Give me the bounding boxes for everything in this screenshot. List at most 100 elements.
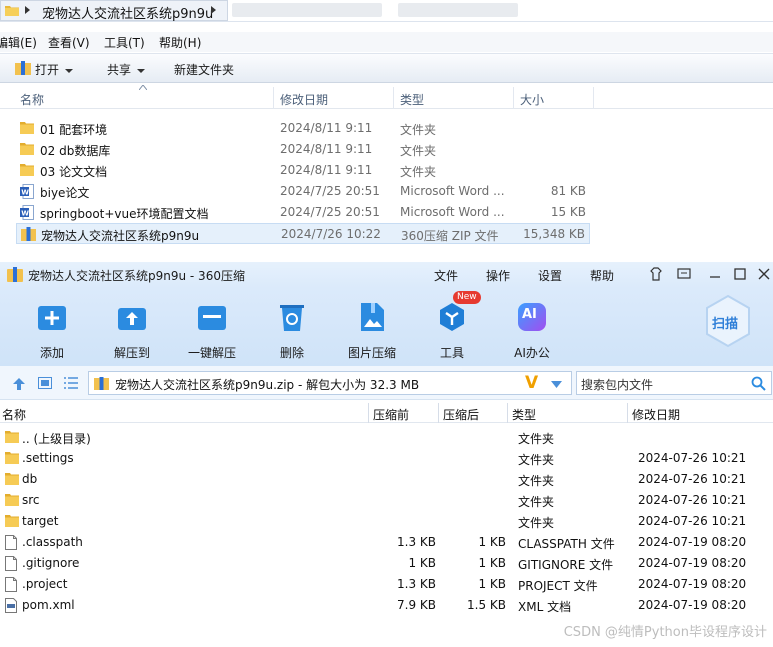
folder-icon (5, 515, 19, 527)
file-row[interactable]: 03 论文文档 2024/8/11 9:11 文件夹 (16, 160, 590, 181)
xml-file-icon (5, 598, 17, 613)
menu-tools[interactable]: 工具(T) (104, 34, 145, 51)
menu-help[interactable]: 帮助(H) (159, 34, 201, 51)
file-name: 01 配套环境 (40, 123, 108, 137)
chevron-down-icon[interactable] (551, 381, 562, 388)
file-row[interactable]: 02 db数据库 2024/8/11 9:11 文件夹 (16, 139, 590, 160)
archive-row[interactable]: target 文件夹 2024-07-26 10:21 (0, 511, 773, 532)
search-icon[interactable] (751, 376, 766, 391)
file-icon (5, 556, 17, 571)
search-box[interactable]: 搜索包内文件 (576, 371, 772, 395)
column-divider[interactable] (273, 87, 274, 109)
file-date: 2024/7/26 10:22 (281, 227, 381, 241)
chevron-down-icon (65, 68, 74, 73)
column-divider[interactable] (507, 403, 508, 423)
column-uncompressed[interactable]: 压缩后 (443, 406, 479, 423)
scan-button[interactable]: 扫描 (704, 294, 752, 348)
tool-one-click-extract-button[interactable]: 一键解压 (174, 292, 250, 361)
column-compressed[interactable]: 压缩前 (373, 406, 409, 423)
column-divider[interactable] (393, 87, 394, 109)
file-row[interactable]: Wspringboot+vue环境配置文档 2024/7/25 20:51 Micr… (16, 202, 590, 223)
column-type[interactable]: 类型 (512, 406, 536, 423)
share-button[interactable]: 共享 (107, 61, 146, 78)
archive-row[interactable]: .project 1.3 KB 1 KB PROJECT 文件 2024-07-19 0… (0, 574, 773, 595)
column-type[interactable]: 类型 (400, 91, 424, 108)
tool-label: AI办公 (514, 346, 550, 360)
tool-ai-office-button[interactable]: AI AI办公 (494, 292, 570, 361)
ai-office-icon: AI (515, 300, 549, 334)
archive-row[interactable]: db 文件夹 2024-07-26 10:21 (0, 469, 773, 490)
file-row[interactable]: 01 配套环境 2024/8/11 9:11 文件夹 (16, 118, 590, 139)
folder-icon (20, 143, 34, 155)
column-divider[interactable] (513, 87, 514, 109)
column-size[interactable]: 大小 (520, 91, 544, 108)
entry-date: 2024-07-26 10:21 (638, 514, 747, 528)
entry-name: src (22, 493, 40, 507)
scan-label: 扫描 (712, 317, 739, 332)
file-row[interactable]: 宠物达人交流社区系统p9n9u 2024/7/26 10:22 360压缩 ZIP … (16, 223, 590, 244)
file-row[interactable]: Wbiye论文 2024/7/25 20:51 Microsoft Word ...… (16, 181, 590, 202)
tool-extract-to-button[interactable]: 解压到 (94, 292, 170, 361)
tool-tools-button[interactable]: New 工具 (414, 291, 490, 361)
minimize-icon[interactable] (706, 265, 724, 283)
archive-row[interactable]: src 文件夹 2024-07-26 10:21 (0, 490, 773, 511)
skin-icon[interactable] (647, 265, 665, 283)
view-thumbnail-icon[interactable] (38, 377, 52, 389)
column-name[interactable]: 名称 (20, 91, 44, 108)
menu-view[interactable]: 查看(V) (48, 34, 90, 51)
column-name[interactable]: 名称 (2, 406, 26, 423)
column-divider[interactable] (438, 403, 439, 423)
menu-settings[interactable]: 设置 (538, 267, 562, 284)
feedback-icon[interactable] (675, 265, 693, 283)
file-date: 2024/7/25 20:51 (280, 184, 380, 198)
zip-file-icon (94, 377, 109, 390)
extract-to-icon (115, 300, 149, 334)
archive-row[interactable]: .gitignore 1 KB 1 KB GITIGNORE 文件 2024-07-19… (0, 553, 773, 574)
file-type: 360压缩 ZIP 文件 (401, 229, 499, 243)
up-arrow-icon[interactable] (12, 377, 26, 390)
search-input[interactable]: 搜索包内文件 (581, 376, 653, 393)
menu-help[interactable]: 帮助 (590, 267, 614, 284)
maximize-icon[interactable] (731, 265, 749, 283)
menu-file[interactable]: 文件 (434, 267, 458, 284)
archive-row[interactable]: .classpath 1.3 KB 1 KB CLASSPATH 文件 2024-07-… (0, 532, 773, 553)
chevron-right-icon[interactable] (211, 6, 216, 14)
archive-row[interactable]: pom.xml 7.9 KB 1.5 KB XML 文档 2024-07-19 08:2… (0, 595, 773, 616)
column-date[interactable]: 修改日期 (280, 91, 328, 108)
archive-row[interactable]: .settings 文件夹 2024-07-26 10:21 (0, 448, 773, 469)
file-icon (5, 577, 17, 592)
address-bar[interactable]: 宠物达人交流社区系统p9n9u (0, 0, 773, 22)
tool-image-compress-button[interactable]: 图片压缩 (334, 292, 410, 361)
entry-size-after: 1 KB (478, 535, 506, 549)
entry-size-before: 1.3 KB (397, 577, 436, 591)
column-date[interactable]: 修改日期 (632, 406, 680, 423)
tool-add-button[interactable]: 添加 (14, 292, 90, 361)
zip-title-bar: 宠物达人交流社区系统p9n9u - 360压缩 文件 操作 设置 帮助 (0, 262, 773, 288)
new-folder-button[interactable]: 新建文件夹 (174, 61, 234, 78)
file-name: 03 论文文档 (40, 165, 108, 179)
new-badge: New (453, 291, 481, 304)
archive-path-field[interactable]: 宠物达人交流社区系统p9n9u.zip - 解包大小为 32.3 MB V (88, 371, 572, 395)
svg-text:W: W (21, 209, 29, 217)
menu-operate[interactable]: 操作 (486, 267, 510, 284)
column-divider[interactable] (627, 403, 628, 423)
file-name: 02 db数据库 (40, 144, 111, 158)
column-divider[interactable] (368, 403, 369, 423)
entry-type: GITIGNORE 文件 (518, 558, 614, 572)
zip-column-header: 名称 压缩前 压缩后 类型 修改日期 (0, 403, 773, 423)
tool-trash-button[interactable]: 删除 (254, 292, 330, 361)
chevron-right-icon[interactable] (25, 6, 30, 14)
breadcrumb-current[interactable]: 宠物达人交流社区系统p9n9u (42, 3, 213, 22)
menu-edit[interactable]: 编辑(E) (0, 34, 37, 51)
open-button[interactable]: 打开 (35, 61, 74, 78)
entry-type: XML 文档 (518, 600, 572, 614)
column-divider[interactable] (593, 87, 594, 109)
v-logo-icon[interactable]: V (525, 373, 538, 393)
archive-row[interactable]: .. (上级目录) 文件夹 (0, 427, 773, 448)
tool-label: 图片压缩 (347, 346, 396, 360)
breadcrumb[interactable]: 宠物达人交流社区系统p9n9u (0, 0, 228, 22)
entry-name: .settings (22, 451, 74, 465)
entry-date: 2024-07-26 10:21 (638, 493, 747, 507)
close-icon[interactable] (755, 265, 773, 283)
view-list-icon[interactable] (64, 377, 78, 389)
